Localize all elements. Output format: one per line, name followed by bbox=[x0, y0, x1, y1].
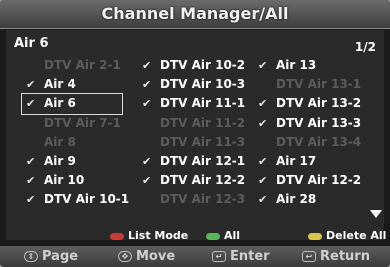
return-button-icon: ↩ bbox=[302, 251, 316, 262]
channel-label: DTV Air 10-2 bbox=[160, 58, 246, 72]
navigation-hint-bar: ⇕ Page ✥ Move ↵ Enter ↩ Return bbox=[0, 246, 390, 267]
checkmark-icon: ✔ bbox=[26, 174, 36, 188]
channel-label: DTV Air 12-3 bbox=[160, 192, 246, 207]
channel-item[interactable]: DTV Air 12-3 bbox=[134, 190, 252, 209]
move-hint[interactable]: ✥ Move bbox=[118, 246, 175, 267]
list-mode-label: List Mode bbox=[128, 229, 189, 242]
channel-item[interactable]: DTV Air 11-2 bbox=[134, 114, 252, 133]
channel-label: DTV Air 13-3 bbox=[276, 115, 362, 130]
checkmark-icon: ✔ bbox=[26, 78, 36, 92]
scroll-down-icon[interactable] bbox=[370, 210, 382, 218]
enter-hint[interactable]: ↵ Enter bbox=[212, 246, 270, 267]
green-button-icon bbox=[206, 232, 220, 240]
channel-label: Air 17 bbox=[276, 153, 317, 168]
red-button-icon bbox=[110, 232, 124, 240]
channel-item[interactable]: DTV Air 11-3 bbox=[134, 133, 252, 152]
channel-item[interactable]: ✔ Air 28 bbox=[250, 190, 368, 209]
checkmark-icon: ✔ bbox=[142, 78, 152, 92]
channel-item[interactable]: ✔ DTV Air 13-3 bbox=[250, 114, 368, 133]
checkmark-icon: ✔ bbox=[142, 154, 152, 168]
channel-item[interactable]: ✔ DTV Air 10-3 bbox=[134, 75, 252, 94]
channel-label: Air 6 bbox=[44, 96, 76, 111]
channel-item[interactable]: ✔ DTV Air 12-2 bbox=[250, 171, 368, 190]
channel-label: Air 8 bbox=[44, 134, 76, 149]
checkmark-icon: ✔ bbox=[258, 116, 268, 130]
checkmark-icon: ✔ bbox=[142, 59, 152, 72]
channel-label: DTV Air 10-3 bbox=[160, 77, 246, 92]
channel-item[interactable]: ✔ Air 6 bbox=[21, 93, 123, 115]
checkmark-icon: ✔ bbox=[26, 97, 36, 111]
channel-label: DTV Air 11-3 bbox=[160, 134, 246, 149]
channel-label: Air 9 bbox=[44, 153, 76, 168]
channel-label: Air 4 bbox=[44, 77, 76, 92]
return-hint-label: Return bbox=[320, 249, 370, 264]
channel-column-3: ✔ Air 13 DTV Air 13-1 ✔ DTV Air 13-2 ✔ DTV Air… bbox=[250, 56, 368, 210]
checkmark-icon: ✔ bbox=[258, 193, 268, 207]
all-key[interactable]: All bbox=[206, 228, 240, 244]
color-key-legend: List Mode All Delete All bbox=[0, 228, 390, 244]
current-channel-label: Air 6 bbox=[14, 36, 49, 51]
channel-item[interactable]: ✔ DTV Air 12-1 bbox=[134, 152, 252, 171]
channel-item[interactable]: ✔ Air 10 bbox=[18, 171, 136, 190]
delete-all-key[interactable]: Delete All bbox=[308, 228, 386, 244]
page-indicator: 1/2 bbox=[354, 40, 376, 54]
checkmark-icon: ✔ bbox=[142, 97, 152, 111]
delete-all-label: Delete All bbox=[326, 229, 387, 242]
checkmark-icon: ✔ bbox=[258, 59, 268, 72]
channel-item[interactable]: ✔ DTV Air 10-2 bbox=[134, 56, 252, 75]
channel-label: Air 10 bbox=[44, 173, 85, 188]
checkmark-icon: ✔ bbox=[258, 154, 268, 168]
page-hint-label: Page bbox=[42, 249, 79, 264]
channel-column-2: ✔ DTV Air 10-2 ✔ DTV Air 10-3 ✔ DTV Air 11-1 D… bbox=[134, 56, 252, 210]
channel-label: Air 28 bbox=[276, 192, 317, 207]
channel-label: DTV Air 11-2 bbox=[160, 115, 246, 130]
channel-item[interactable]: ✔ DTV Air 10-1 bbox=[18, 190, 136, 209]
channel-label: DTV Air 13-4 bbox=[276, 134, 362, 149]
checkmark-icon: ✔ bbox=[258, 174, 268, 188]
channel-label: DTV Air 2-1 bbox=[44, 58, 121, 72]
channel-label: DTV Air 10-1 bbox=[44, 192, 130, 207]
enter-button-icon: ↵ bbox=[212, 251, 226, 262]
channel-label: DTV Air 13-2 bbox=[276, 96, 362, 111]
channel-item[interactable]: ✔ Air 9 bbox=[18, 152, 136, 171]
channel-column-1: DTV Air 2-1 ✔ Air 4 ✔ Air 6 DTV Air 7-1 Air 8 ✔… bbox=[18, 56, 136, 210]
enter-hint-label: Enter bbox=[230, 249, 270, 264]
channel-item[interactable]: DTV Air 13-1 bbox=[250, 75, 368, 94]
move-hint-label: Move bbox=[136, 249, 176, 264]
title-bar: Channel Manager/All bbox=[0, 0, 390, 29]
return-hint[interactable]: ↩ Return bbox=[302, 246, 370, 267]
channel-item[interactable]: DTV Air 7-1 bbox=[18, 114, 136, 133]
directional-pad-icon: ✥ bbox=[118, 251, 132, 262]
checkmark-icon: ✔ bbox=[26, 154, 36, 168]
channel-label: DTV Air 12-2 bbox=[276, 173, 362, 188]
channel-item[interactable]: ✔ DTV Air 12-2 bbox=[134, 171, 252, 190]
channel-label: DTV Air 11-1 bbox=[160, 96, 246, 111]
channel-item[interactable]: ✔ Air 13 bbox=[250, 56, 368, 75]
yellow-button-icon bbox=[308, 232, 322, 240]
channel-item[interactable]: DTV Air 13-4 bbox=[250, 133, 368, 152]
checkmark-icon: ✔ bbox=[258, 97, 268, 111]
page-hint[interactable]: ⇕ Page bbox=[24, 246, 78, 267]
channel-item[interactable]: ✔ Air 17 bbox=[250, 152, 368, 171]
channel-item[interactable]: DTV Air 2-1 bbox=[18, 56, 136, 75]
channel-button-icon: ⇕ bbox=[24, 251, 38, 262]
channel-item[interactable]: ✔ Air 4 bbox=[18, 75, 136, 94]
all-label: All bbox=[224, 229, 241, 242]
channel-label: DTV Air 12-2 bbox=[160, 173, 246, 188]
channel-manager-screen: Channel Manager/All Air 6 1/2 DTV Air 2-… bbox=[0, 0, 390, 267]
checkmark-icon: ✔ bbox=[142, 174, 152, 188]
channel-item[interactable]: ✔ DTV Air 13-2 bbox=[250, 94, 368, 113]
channel-item[interactable]: ✔ DTV Air 11-1 bbox=[134, 94, 252, 113]
checkmark-icon: ✔ bbox=[26, 193, 36, 207]
channel-grid: DTV Air 2-1 ✔ Air 4 ✔ Air 6 DTV Air 7-1 Air 8 ✔… bbox=[18, 56, 374, 226]
channel-label: DTV Air 13-1 bbox=[276, 77, 362, 92]
channel-label: DTV Air 7-1 bbox=[44, 115, 121, 130]
page-title: Channel Manager/All bbox=[101, 4, 289, 23]
channel-label: DTV Air 12-1 bbox=[160, 153, 246, 168]
channel-label: Air 13 bbox=[276, 58, 317, 72]
channel-item[interactable]: Air 8 bbox=[18, 133, 136, 152]
list-mode-key[interactable]: List Mode bbox=[110, 228, 188, 244]
